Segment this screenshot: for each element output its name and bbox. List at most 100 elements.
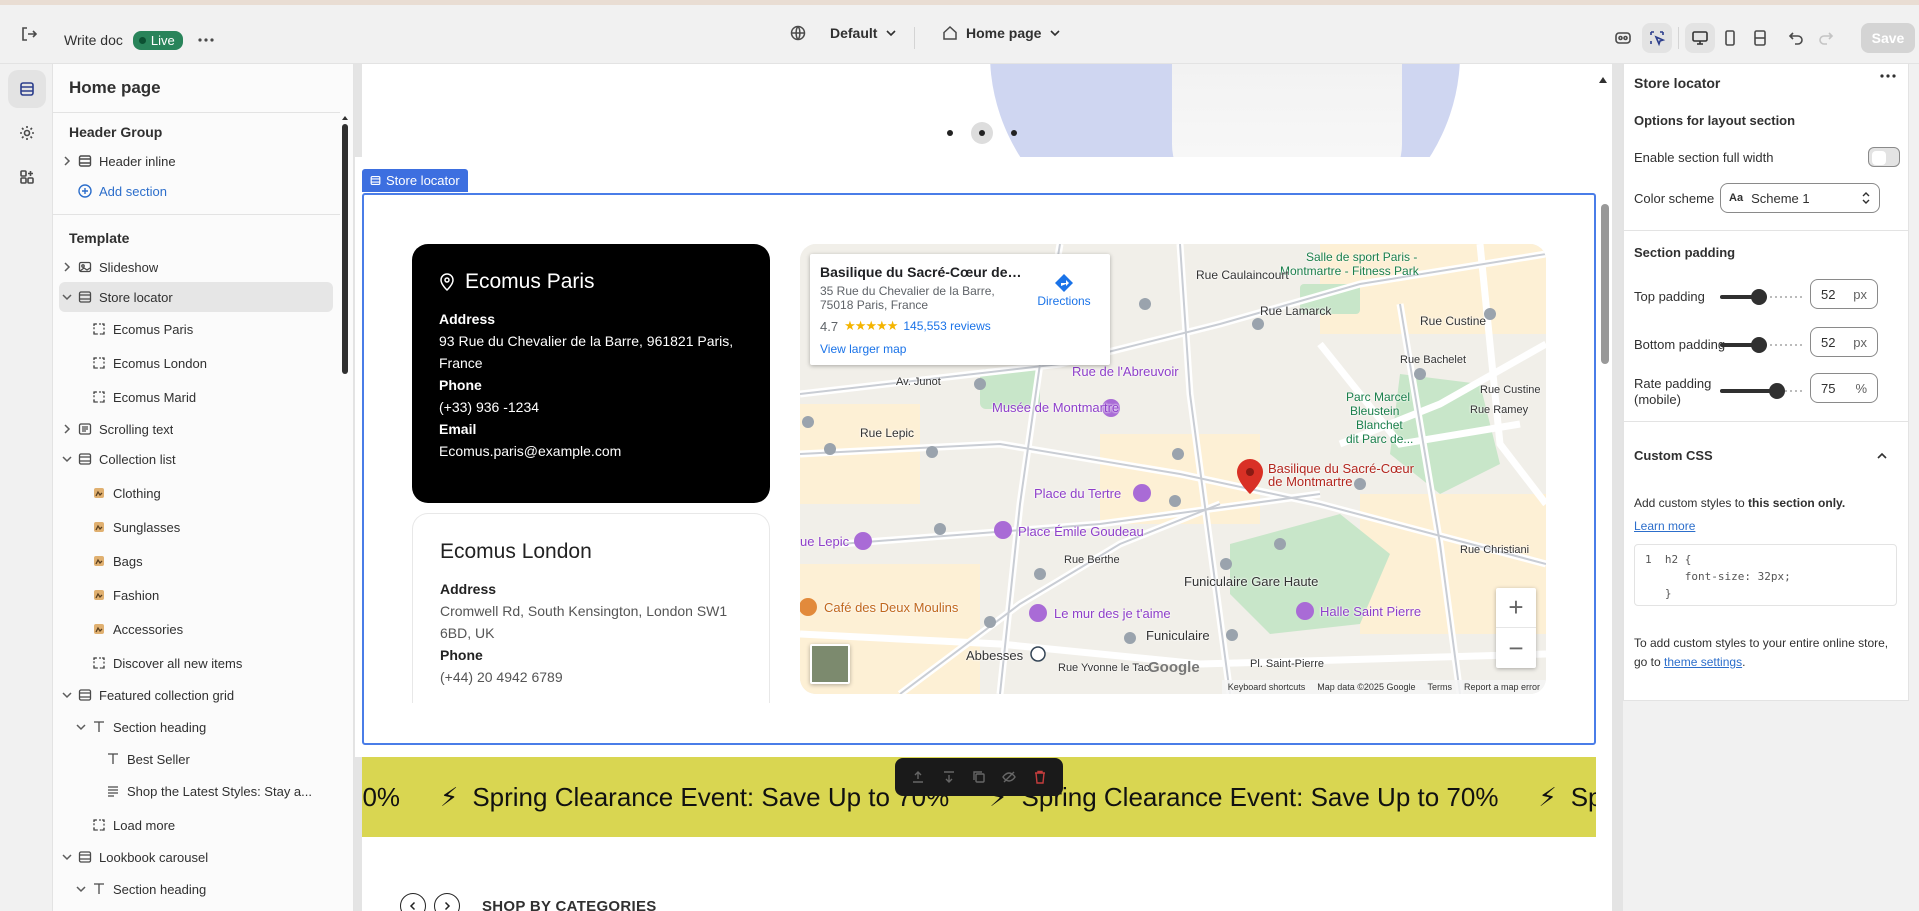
tree-item[interactable]: Slideshow bbox=[59, 252, 333, 282]
section-tag[interactable]: Store locator bbox=[362, 169, 468, 192]
tree-item[interactable]: Load more bbox=[59, 810, 333, 840]
redo-icon bbox=[1819, 32, 1834, 45]
slide-dot-active[interactable] bbox=[971, 122, 993, 144]
chevron-down-icon[interactable] bbox=[59, 690, 75, 700]
scrollbar-thumb[interactable] bbox=[342, 124, 348, 374]
chevron-down-icon[interactable] bbox=[73, 884, 89, 894]
tree-item[interactable]: Sunglasses bbox=[59, 512, 333, 542]
rate-padding-input[interactable]: 75% bbox=[1810, 373, 1878, 403]
tree-scrollbar[interactable] bbox=[341, 114, 349, 911]
zoom-out-button[interactable]: − bbox=[1496, 628, 1536, 668]
custom-css-help: Add custom styles to this section only. bbox=[1634, 496, 1845, 510]
delete-button[interactable] bbox=[1030, 767, 1050, 787]
rating-stars-icon: ★★★★★ bbox=[844, 318, 898, 333]
tree-item[interactable]: Store locator bbox=[59, 282, 333, 312]
full-width-toggle[interactable] bbox=[1868, 147, 1900, 167]
apps-tab[interactable] bbox=[8, 158, 46, 196]
keyboard-shortcuts-link[interactable]: Keyboard shortcuts bbox=[1228, 682, 1306, 692]
map-label-funi: Funiculaire bbox=[1146, 628, 1210, 643]
bottom-padding-input[interactable]: 52 px bbox=[1810, 327, 1878, 357]
mobile-view-button[interactable] bbox=[1715, 23, 1745, 53]
color-scheme-select[interactable]: Aa Scheme 1 bbox=[1720, 183, 1880, 213]
move-up-button[interactable] bbox=[908, 767, 928, 787]
page-selector[interactable]: Home page bbox=[942, 25, 1061, 41]
move-down-button[interactable] bbox=[939, 767, 959, 787]
zoom-in-button[interactable]: + bbox=[1496, 588, 1536, 628]
store-name-label: Ecomus Paris bbox=[465, 270, 595, 293]
chevron-down-icon[interactable] bbox=[59, 454, 75, 464]
report-error-link[interactable]: Report a map error bbox=[1464, 682, 1540, 692]
home-icon bbox=[943, 25, 957, 40]
tree-item[interactable]: Lookbook carousel bbox=[59, 842, 333, 872]
store-card-paris[interactable]: Ecomus Paris Address 93 Rue du Chevalier… bbox=[412, 244, 770, 503]
canvas-scrollbar[interactable] bbox=[1598, 64, 1614, 911]
tree-item[interactable]: Best Seller bbox=[59, 744, 333, 774]
top-padding-input[interactable]: 52 px bbox=[1810, 279, 1878, 309]
reviews-link[interactable]: 145,553 reviews bbox=[903, 319, 990, 333]
tree-item[interactable]: Featured collection grid bbox=[59, 680, 333, 710]
terms-link[interactable]: Terms bbox=[1427, 682, 1452, 692]
tree-item[interactable]: Bags bbox=[59, 546, 333, 576]
desktop-view-button[interactable] bbox=[1685, 23, 1715, 53]
settings-tab[interactable] bbox=[8, 114, 46, 152]
map-label-abreuvoir: Rue de l'Abreuvoir bbox=[1072, 364, 1179, 379]
css-code-editor[interactable]: 1 h2 { font-size: 32px; } bbox=[1634, 544, 1897, 606]
hide-button[interactable] bbox=[999, 767, 1019, 787]
tree-item[interactable]: Discover all new items bbox=[59, 648, 333, 678]
tree-item[interactable]: Section heading bbox=[59, 712, 333, 742]
marquee-text: Sprin bbox=[1570, 781, 1596, 812]
top-padding-slider[interactable] bbox=[1720, 287, 1804, 307]
scroll-up-icon bbox=[342, 116, 348, 120]
slide-dot[interactable] bbox=[1011, 130, 1017, 136]
tree-item[interactable]: Fashion bbox=[59, 580, 333, 610]
bottom-padding-slider[interactable] bbox=[1720, 335, 1804, 355]
address-value: 93 Rue du Chevalier de la Barre, 961821 … bbox=[439, 333, 734, 371]
theme-settings-link[interactable]: theme settings bbox=[1664, 655, 1742, 669]
slider-knob[interactable] bbox=[1751, 289, 1767, 305]
chevron-down-icon[interactable] bbox=[59, 292, 75, 302]
learn-more-link[interactable]: Learn more bbox=[1634, 519, 1695, 533]
chevron-left-icon bbox=[409, 901, 416, 911]
add-section-button[interactable]: Add section bbox=[59, 176, 333, 206]
settings-more-button[interactable] bbox=[1880, 74, 1896, 78]
duplicate-button[interactable] bbox=[969, 767, 989, 787]
tree-item[interactable]: Ecomus London bbox=[59, 348, 333, 378]
save-button[interactable]: Save bbox=[1861, 23, 1915, 53]
fullscreen-view-button[interactable] bbox=[1745, 23, 1775, 53]
tree-item[interactable]: Clothing bbox=[59, 478, 333, 508]
preview-button[interactable] bbox=[1608, 23, 1638, 53]
tree-item-header-inline[interactable]: Header inline bbox=[59, 146, 333, 176]
section-icon bbox=[370, 175, 381, 186]
slide-dot[interactable] bbox=[947, 130, 953, 136]
slider-knob[interactable] bbox=[1751, 337, 1767, 353]
tree-item[interactable]: Ecomus Paris bbox=[59, 314, 333, 344]
tree-item[interactable]: Section heading bbox=[59, 874, 333, 904]
collapse-button[interactable] bbox=[1876, 450, 1888, 462]
satellite-toggle[interactable] bbox=[810, 644, 850, 684]
store-card-london[interactable]: Ecomus London Address Cromwell Rd, South… bbox=[412, 513, 770, 703]
sections-tab[interactable] bbox=[8, 70, 46, 108]
prev-arrow-button[interactable] bbox=[400, 893, 426, 911]
redo-button[interactable] bbox=[1811, 23, 1841, 53]
inspector-button[interactable] bbox=[1642, 23, 1672, 53]
exit-button[interactable] bbox=[14, 19, 44, 49]
scrollbar-thumb[interactable] bbox=[1601, 204, 1609, 364]
undo-button[interactable] bbox=[1781, 23, 1811, 53]
tree-item[interactable]: Ecomus Marid bbox=[59, 382, 333, 412]
directions-button[interactable]: Directions bbox=[1032, 272, 1096, 308]
more-actions-button[interactable] bbox=[191, 25, 221, 55]
rate-padding-slider[interactable] bbox=[1720, 381, 1804, 401]
next-arrow-button[interactable] bbox=[434, 893, 460, 911]
tree-item[interactable]: Scrolling text bbox=[59, 414, 333, 444]
tree-item[interactable]: Accessories bbox=[59, 614, 333, 644]
tree-item[interactable]: Collection list bbox=[59, 444, 333, 474]
chevron-down-icon[interactable] bbox=[59, 852, 75, 862]
chevron-right-icon[interactable] bbox=[59, 424, 75, 434]
view-larger-map-link[interactable]: View larger map bbox=[820, 342, 1100, 356]
tree-item[interactable]: Shop the Latest Styles: Stay a... bbox=[59, 776, 333, 806]
theme-selector[interactable]: Default bbox=[790, 25, 897, 41]
chevron-down-icon[interactable] bbox=[73, 722, 89, 732]
slider-knob[interactable] bbox=[1769, 383, 1785, 399]
chevron-right-icon[interactable] bbox=[59, 262, 75, 272]
google-map[interactable]: Salle de sport Paris - Montmartre - Fitne… bbox=[800, 244, 1546, 694]
